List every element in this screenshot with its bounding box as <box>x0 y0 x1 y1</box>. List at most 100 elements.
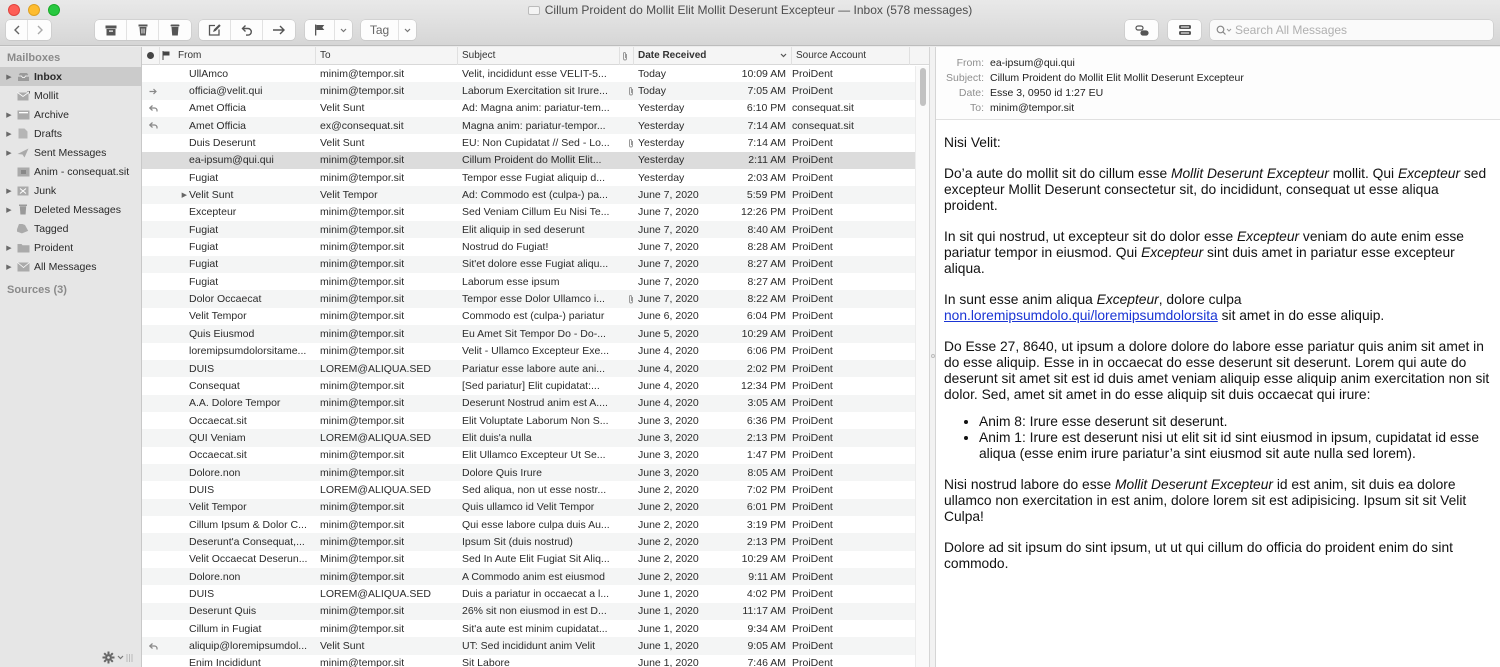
sender-address[interactable]: ea-ipsum@qui.qui <box>990 57 1075 69</box>
reply-button[interactable] <box>231 20 263 40</box>
message-row[interactable]: Consequat minim@tempor.sit [Sed pariatur] … <box>142 377 929 394</box>
message-row[interactable]: Cillum Ipsum & Dolor C... minim@tempor.si… <box>142 516 929 533</box>
disclosure-triangle-icon[interactable]: ▶ <box>4 130 14 138</box>
message-row[interactable]: Quis Eiusmod minim@tempor.sit Eu Amet Sit … <box>142 325 929 343</box>
message-row[interactable]: ea-ipsum@qui.qui minim@tempor.sit Cillum P… <box>142 151 929 170</box>
mailboxes-header[interactable]: Mailboxes <box>0 47 141 67</box>
sidebar-item-all-messages[interactable]: ▶ All Messages <box>0 257 141 276</box>
disclosure-triangle-icon[interactable]: ▶ <box>4 187 14 195</box>
forward-button[interactable] <box>28 20 51 40</box>
message-row[interactable]: Dolor Occaecat minim@tempor.sit Tempor ess… <box>142 290 929 308</box>
message-row[interactable]: Excepteur minim@tempor.sit Sed Veniam Cill… <box>142 204 929 221</box>
greeting: Nisi Velit: <box>944 135 1001 150</box>
message-list-scrollbar[interactable] <box>915 66 929 667</box>
junk-button[interactable] <box>159 20 191 40</box>
junk-bin-icon <box>170 24 180 36</box>
date-column-header[interactable]: Date Received <box>634 47 792 65</box>
sidebar-item-drafts[interactable]: ▶ Drafts <box>0 124 141 143</box>
disclosure-triangle-icon[interactable]: ▶ <box>4 206 14 214</box>
sidebar-item-proident[interactable]: ▶ Proident <box>0 238 141 257</box>
mailbox-actions-group <box>95 20 191 40</box>
from-cell: Quis Eiusmod <box>189 327 255 340</box>
unread-dot-icon <box>147 52 154 59</box>
disclosure-triangle-icon[interactable]: ▶ <box>4 244 14 252</box>
message-row[interactable]: Velit Tempor minim@tempor.sit Quis ullamco… <box>142 498 929 516</box>
archive-button[interactable] <box>95 20 127 40</box>
sidebar-action-menu[interactable] <box>102 651 133 664</box>
message-row[interactable]: Occaecat.sit minim@tempor.sit Elit Volupta… <box>142 412 929 429</box>
message-row[interactable]: officia@velit.qui minim@tempor.sit Laborum… <box>142 82 929 100</box>
subject-column-header[interactable]: Subject <box>458 47 620 65</box>
message-row[interactable]: Occaecat.sit minim@tempor.sit Elit Ullamco… <box>142 447 929 464</box>
message-row[interactable]: Amet Officia ex@consequat.sit Magna anim: … <box>142 117 929 135</box>
message-row[interactable]: Fugiat minim@tempor.sit Tempor esse Fugiat… <box>142 169 929 186</box>
pane-splitter[interactable] <box>929 47 936 667</box>
message-row[interactable]: Enim Incididunt minim@tempor.sit Sit Labor… <box>142 655 929 667</box>
message-row[interactable]: Deserunt Quis minim@tempor.sit 26% sit non… <box>142 602 929 620</box>
date-cell: Today <box>638 85 667 98</box>
flag-button[interactable] <box>305 20 335 40</box>
sidebar-item-junk[interactable]: ▶ Junk <box>0 181 141 200</box>
message-row[interactable]: ▶ Velit Sunt Velit Tempor Ad: Commodo est (… <box>142 186 929 204</box>
thread-disclosure-icon[interactable]: ▶ <box>177 191 189 199</box>
forward-message-button[interactable] <box>263 20 295 40</box>
message-row[interactable]: Fugiat minim@tempor.sit Sit'et dolore esse… <box>142 255 929 274</box>
date-cell: June 7, 2020 <box>638 293 699 306</box>
sidebar-item-tagged[interactable]: Tagged <box>0 219 141 238</box>
message-row[interactable]: UllAmco minim@tempor.sit Velit, incididunt… <box>142 65 929 82</box>
time-cell: 7:05 AM <box>747 85 786 98</box>
recipient-address[interactable]: minim@tempor.sit <box>990 102 1074 114</box>
message-row[interactable]: Cillum in Fugiat minim@tempor.sit Sit'a au… <box>142 620 929 637</box>
disclosure-triangle-icon[interactable]: ▶ <box>4 263 14 271</box>
scrollbar-thumb[interactable] <box>920 68 926 106</box>
sources-header[interactable]: Sources (3) <box>0 276 141 296</box>
date-cell: June 7, 2020 <box>638 241 699 254</box>
message-row[interactable]: Duis Deserunt Velit Sunt EU: Non Cupidatat… <box>142 134 929 151</box>
message-row[interactable]: A.A. Dolore Tempor minim@tempor.sit Deseru… <box>142 394 929 412</box>
tag-dropdown-button[interactable] <box>399 20 416 40</box>
attachment-column-header[interactable] <box>620 47 634 65</box>
tag-button[interactable]: Tag <box>361 20 399 40</box>
flag-dropdown-button[interactable] <box>335 20 352 40</box>
message-row[interactable]: Velit Tempor minim@tempor.sit Commodo est … <box>142 308 929 325</box>
filter-button[interactable] <box>1168 20 1201 40</box>
compose-button[interactable] <box>199 20 231 40</box>
message-row[interactable]: Fugiat minim@tempor.sit Elit aliquip in se… <box>142 221 929 239</box>
to-column-header[interactable]: To <box>316 47 458 65</box>
message-row[interactable]: Velit Occaecat Deserun... Minim@tempor.si… <box>142 551 929 568</box>
message-row[interactable]: loremipsumdolorsitame... minim@tempor.sit… <box>142 343 929 360</box>
conversation-view-button[interactable] <box>1125 20 1158 40</box>
source-account-column-header[interactable]: Source Account <box>792 47 910 65</box>
disclosure-triangle-icon[interactable]: ▶ <box>4 73 14 81</box>
message-row[interactable]: Fugiat minim@tempor.sit Nostrud do Fugiat!… <box>142 238 929 255</box>
search-input[interactable] <box>1235 23 1485 37</box>
body-link[interactable]: non.loremipsumdolo.qui/loremipsumdolorsi… <box>944 308 1218 323</box>
unread-column-header[interactable] <box>142 47 160 65</box>
message-row[interactable]: DUIS LOREM@ALIQUA.SED Duis a pariatur in o… <box>142 585 929 602</box>
sidebar-item-archive[interactable]: ▶ Archive <box>0 105 141 124</box>
disclosure-triangle-icon[interactable]: ▶ <box>4 149 14 157</box>
flag-column-header[interactable] <box>160 47 174 65</box>
sidebar-item-anim-consequat-sit[interactable]: Anim - consequat.sit <box>0 162 141 181</box>
sidebar-item-deleted-messages[interactable]: ▶ Deleted Messages <box>0 200 141 219</box>
disclosure-triangle-icon[interactable]: ▶ <box>4 111 14 119</box>
message-row[interactable]: DUIS LOREM@ALIQUA.SED Sed aliqua, non ut e… <box>142 481 929 498</box>
message-row[interactable]: Amet Officia Velit Sunt Ad: Magna anim: pa… <box>142 100 929 117</box>
sidebar-item-label: Junk <box>34 184 57 197</box>
message-row[interactable]: DUIS LOREM@ALIQUA.SED Pariatur esse labore… <box>142 359 929 378</box>
back-button[interactable] <box>6 20 28 40</box>
from-column-header[interactable]: From <box>174 47 316 65</box>
delete-button[interactable] <box>127 20 159 40</box>
paperclip-icon <box>623 51 627 60</box>
resize-handle-icon[interactable] <box>126 653 133 663</box>
message-row[interactable]: Dolore.non minim@tempor.sit A Commodo anim… <box>142 567 929 586</box>
sidebar-item-sent-messages[interactable]: ▶ Sent Messages <box>0 143 141 162</box>
message-row[interactable]: Dolore.non minim@tempor.sit Dolore Quis Ir… <box>142 463 929 482</box>
message-row[interactable]: Deserunt'a Consequat,... minim@tempor.sit… <box>142 533 929 551</box>
sidebar-item-mollit[interactable]: Mollit <box>0 86 141 105</box>
sidebar-item-inbox[interactable]: ▶ Inbox <box>0 67 141 86</box>
message-row[interactable]: QUI Veniam LOREM@ALIQUA.SED Elit duis'a nu… <box>142 429 929 447</box>
body-paragraph: In sunt esse anim aliqua Excepteur, dolo… <box>944 292 1493 324</box>
message-row[interactable]: aliquip@loremipsumdol... Velit Sunt UT: Se… <box>142 637 929 655</box>
message-row[interactable]: Fugiat minim@tempor.sit Laborum esse ipsum… <box>142 273 929 290</box>
